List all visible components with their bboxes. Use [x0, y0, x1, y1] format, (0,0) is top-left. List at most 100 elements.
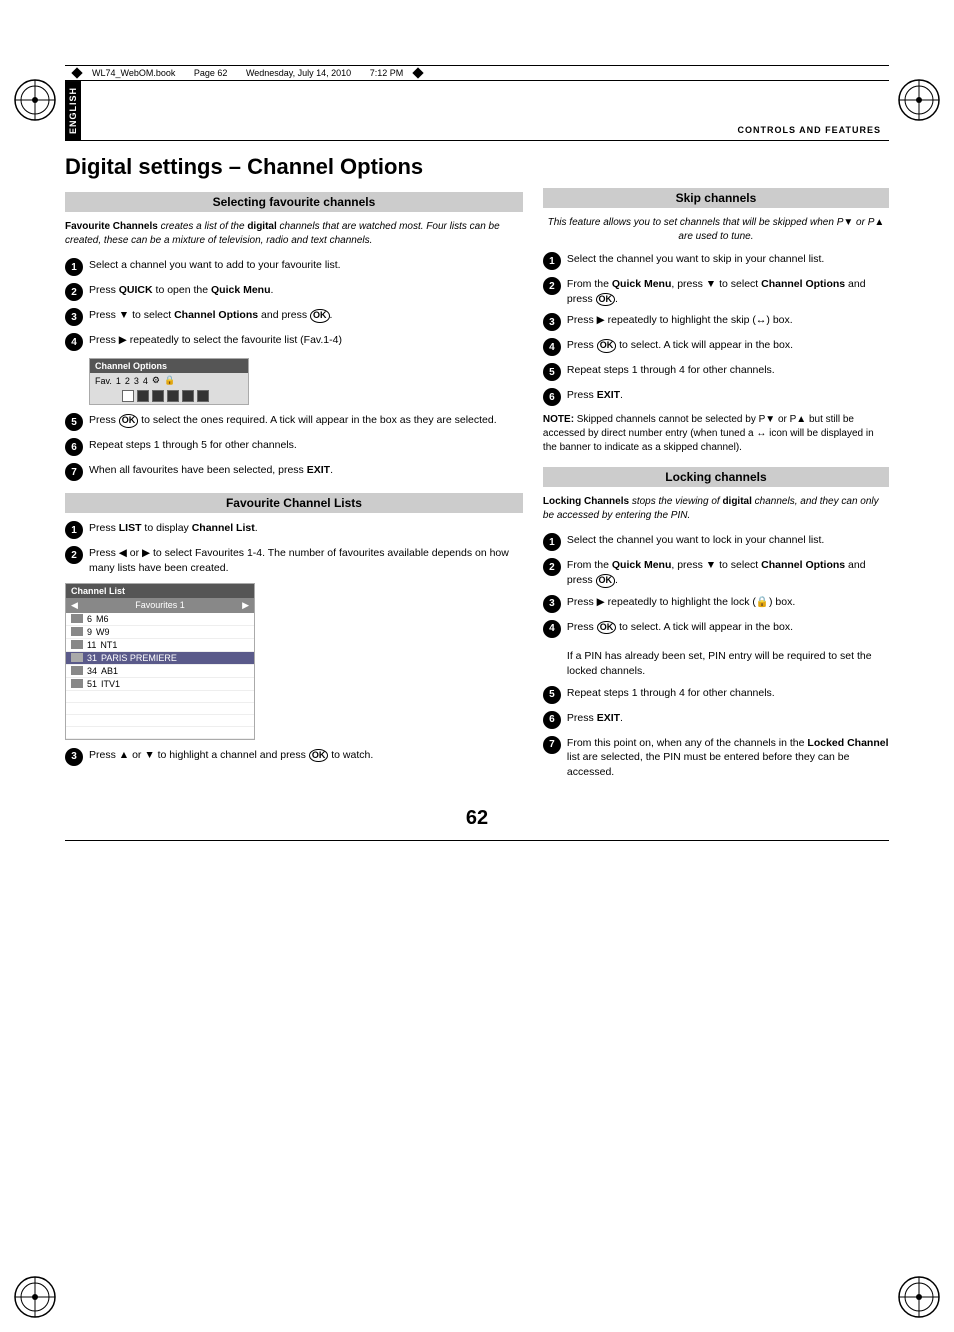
section-label-bar: English CONTROLS AND FEATURES — [65, 81, 889, 141]
main-content: Digital settings – Channel Options Selec… — [65, 141, 889, 792]
step-num-lk-1: 1 — [543, 533, 561, 551]
step-text-lk-4: Press OK to select. A tick will appear i… — [567, 620, 889, 679]
ch-name: ITV1 — [101, 679, 120, 689]
ch-name: NT1 — [100, 640, 117, 650]
step-select-fav-7: 7 When all favourites have been selected… — [65, 463, 523, 481]
ch-num: 51 — [87, 679, 97, 689]
section-header-locking: Locking channels — [543, 467, 889, 487]
step-text-5: Press OK to select the ones required. A … — [89, 413, 523, 428]
step-num-lk-7: 7 — [543, 736, 561, 754]
step-text-sk-3: Press ▶ repeatedly to highlight the skip… — [567, 313, 889, 328]
step-num-sk-6: 6 — [543, 388, 561, 406]
ch-name: AB1 — [101, 666, 118, 676]
channel-list-empty — [66, 703, 254, 715]
step-lock-6: 6 Press EXIT. — [543, 711, 889, 729]
step-text-sk-2: From the Quick Menu, press ▼ to select C… — [567, 277, 889, 306]
step-text-fl-1: Press LIST to display Channel List. — [89, 521, 523, 536]
step-text-1: Select a channel you want to add to your… — [89, 258, 523, 273]
corner-decoration-br — [894, 1272, 944, 1322]
english-tab: English — [65, 81, 81, 140]
fav-spacing — [95, 391, 108, 401]
step-num-fl-1: 1 — [65, 521, 83, 539]
step-num-sk-5: 5 — [543, 363, 561, 381]
channel-options-title: Channel Options — [90, 359, 248, 373]
channel-list-box: Channel List ◀ Favourites 1 ▶ 6 M6 9 W9 — [65, 583, 255, 740]
step-text-3: Press ▼ to select Channel Options and pr… — [89, 308, 523, 323]
selecting-intro: Favourite Channels creates a list of the… — [65, 220, 523, 248]
section-controls-label: CONTROLS AND FEATURES — [730, 120, 890, 140]
step-num-sk-2: 2 — [543, 277, 561, 295]
ch-num: 34 — [87, 666, 97, 676]
section-selecting-favourite: Selecting favourite channels Favourite C… — [65, 192, 523, 481]
ch-num: 6 — [87, 614, 92, 624]
ch-num: 9 — [87, 627, 92, 637]
step-skip-6: 6 Press EXIT. — [543, 388, 889, 406]
step-num-sk-1: 1 — [543, 252, 561, 270]
step-num-4: 4 — [65, 333, 83, 351]
step-lock-4: 4 Press OK to select. A tick will appear… — [543, 620, 889, 679]
ch-name: W9 — [96, 627, 110, 637]
ch-icon — [71, 614, 83, 623]
skip-intro: This feature allows you to set channels … — [543, 216, 889, 244]
ch-icon — [71, 679, 83, 688]
ch-icon — [71, 666, 83, 675]
section-skip-channels: Skip channels This feature allows you to… — [543, 188, 889, 455]
step-fav-list-3: 3 Press ▲ or ▼ to highlight a channel an… — [65, 748, 523, 766]
step-num-2: 2 — [65, 283, 83, 301]
channel-options-squares-row — [90, 388, 248, 404]
channel-options-box: Channel Options Fav. 1 2 3 4 ⚙ 🔒 — [89, 358, 249, 405]
corner-decoration-tl — [10, 75, 60, 125]
page-info: Page 62 — [194, 68, 228, 78]
section-favourite-channel-lists: Favourite Channel Lists 1 Press LIST to … — [65, 493, 523, 765]
step-skip-2: 2 From the Quick Menu, press ▼ to select… — [543, 277, 889, 306]
ch-icon — [71, 640, 83, 649]
step-num-5: 5 — [65, 413, 83, 431]
step-skip-1: 1 Select the channel you want to skip in… — [543, 252, 889, 270]
step-select-fav-4: 4 Press ▶ repeatedly to select the favou… — [65, 333, 523, 351]
ch-num: 31 — [87, 653, 97, 663]
file-info: WL74_WebOM.book — [92, 68, 175, 78]
step-text-fl-2: Press ◀ or ▶ to select Favourites 1-4. T… — [89, 546, 523, 575]
step-text-lk-6: Press EXIT. — [567, 711, 889, 726]
left-column: Digital settings – Channel Options Selec… — [65, 146, 523, 792]
step-fav-list-2: 2 Press ◀ or ▶ to select Favourites 1-4.… — [65, 546, 523, 575]
step-text-4: Press ▶ repeatedly to select the favouri… — [89, 333, 523, 348]
step-text-sk-6: Press EXIT. — [567, 388, 889, 403]
step-lock-1: 1 Select the channel you want to lock in… — [543, 533, 889, 551]
step-num-fl-3: 3 — [65, 748, 83, 766]
ch-name: M6 — [96, 614, 109, 624]
nav-label: Favourites 1 — [135, 600, 185, 610]
channel-list-item: 34 AB1 — [66, 665, 254, 678]
channel-list-item: 11 NT1 — [66, 639, 254, 652]
nav-arrow-left: ◀ — [71, 600, 78, 611]
step-text-sk-5: Repeat steps 1 through 4 for other chann… — [567, 363, 889, 378]
section-locking-channels: Locking channels Locking Channels stops … — [543, 467, 889, 779]
step-fav-list-1: 1 Press LIST to display Channel List. — [65, 521, 523, 539]
ch-icon — [71, 653, 83, 662]
diamond-icon — [71, 67, 82, 78]
nav-arrow-right: ▶ — [242, 600, 249, 611]
step-num-sk-4: 4 — [543, 338, 561, 356]
fav-col-lock: 🔒 — [164, 375, 175, 386]
step-text-lk-7: From this point on, when any of the chan… — [567, 736, 889, 780]
step-text-2: Press QUICK to open the Quick Menu. — [89, 283, 523, 298]
ch-name: PARIS PREMIERE — [101, 653, 177, 663]
step-text-lk-5: Repeat steps 1 through 4 for other chann… — [567, 686, 889, 701]
fav-sq-6 — [197, 390, 209, 402]
step-text-7: When all favourites have been selected, … — [89, 463, 523, 478]
fav-col-4: 4 — [143, 376, 148, 386]
corner-decoration-bl — [10, 1272, 60, 1322]
fav-col-2: 2 — [125, 376, 130, 386]
step-skip-4: 4 Press OK to select. A tick will appear… — [543, 338, 889, 356]
channel-list-item: 51 ITV1 — [66, 678, 254, 691]
step-lock-5: 5 Repeat steps 1 through 4 for other cha… — [543, 686, 889, 704]
step-num-lk-3: 3 — [543, 595, 561, 613]
channel-list-empty — [66, 715, 254, 727]
step-text-fl-3: Press ▲ or ▼ to highlight a channel and … — [89, 748, 523, 763]
ch-icon — [71, 627, 83, 636]
skip-note: NOTE: Skipped channels cannot be selecte… — [543, 413, 889, 455]
step-num-lk-5: 5 — [543, 686, 561, 704]
fav-col-1: 1 — [116, 376, 121, 386]
locking-intro: Locking Channels stops the viewing of di… — [543, 495, 889, 523]
step-text-lk-3: Press ▶ repeatedly to highlight the lock… — [567, 595, 889, 610]
